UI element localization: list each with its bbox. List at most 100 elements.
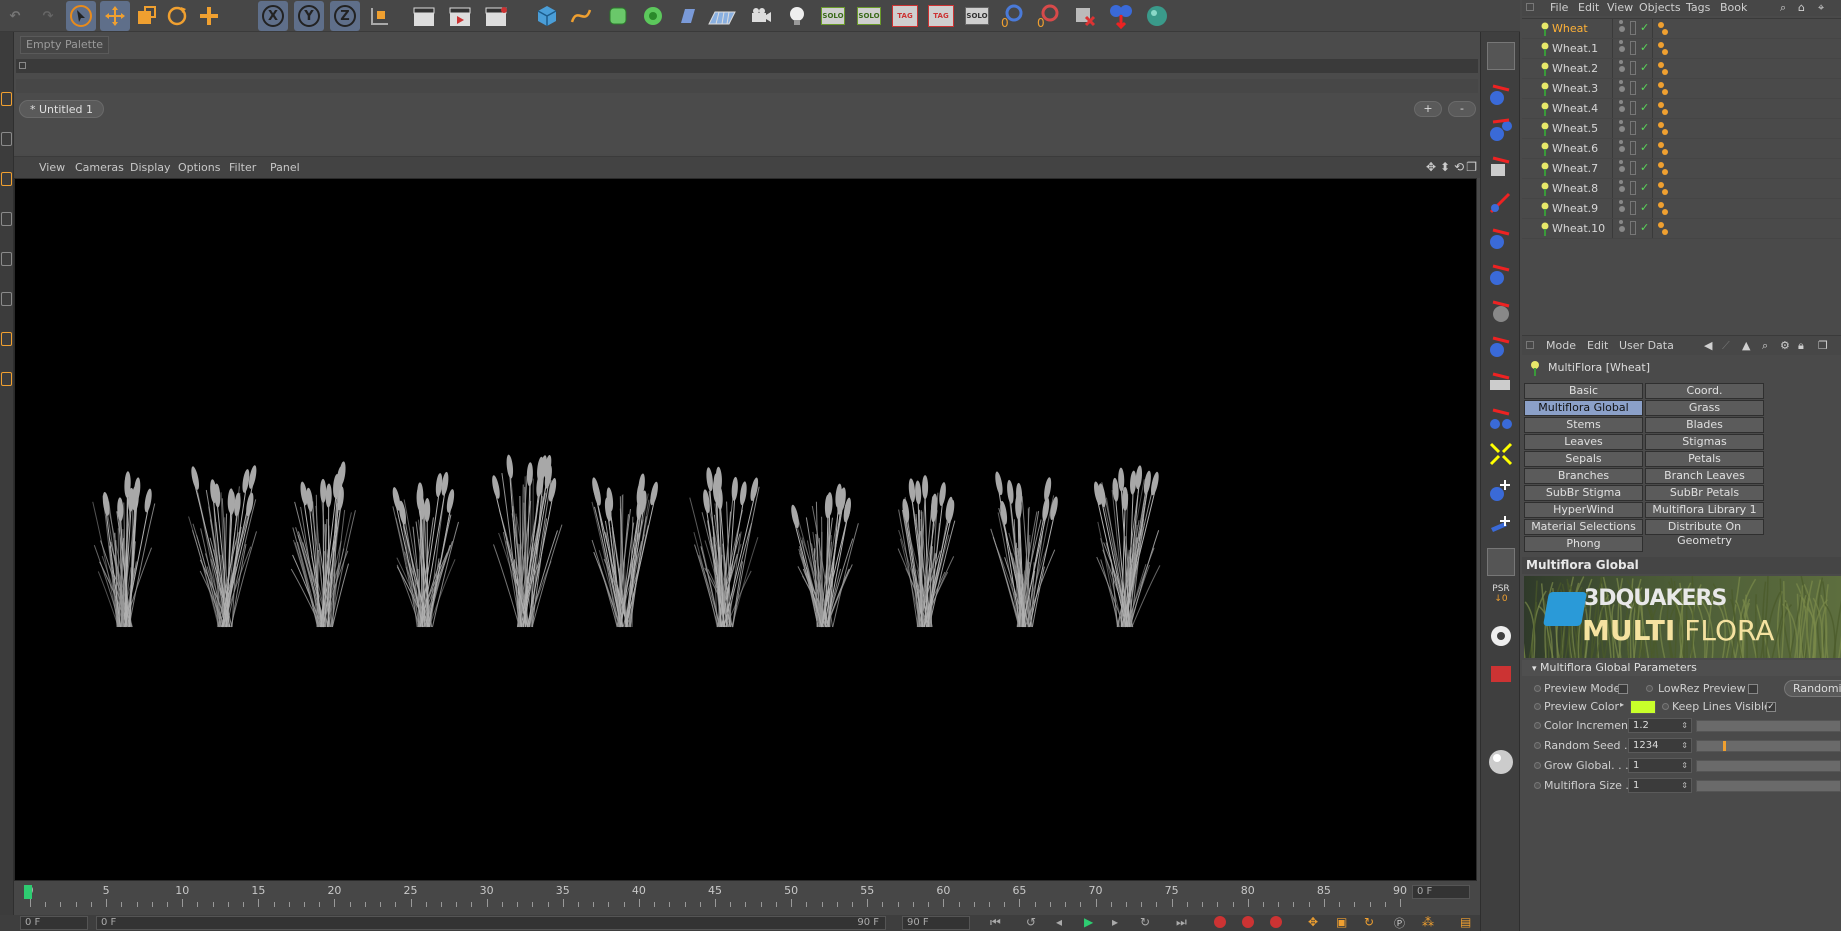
workplane-icon[interactable] <box>1 332 12 346</box>
keyframe-selection-icon[interactable] <box>1270 916 1282 928</box>
add-tool-button[interactable] <box>194 1 224 31</box>
object-row[interactable]: Wheat.8 ✓ <box>1522 179 1841 199</box>
am-menu-user-data[interactable]: User Data <box>1619 339 1674 352</box>
timeline[interactable]: 051015202530354045505560657075808590 0 F <box>14 881 1480 915</box>
render-settings-button[interactable] <box>482 1 512 31</box>
enabled-check-icon[interactable]: ✓ <box>1640 41 1649 54</box>
x-axis-button[interactable]: X <box>258 1 288 31</box>
om-menu-bookmarks[interactable]: Book <box>1720 1 1747 14</box>
visibility-editor-dot-icon[interactable] <box>1619 146 1625 152</box>
tab-stems[interactable]: Stems <box>1524 417 1643 433</box>
visibility-editor-dot-icon[interactable] <box>1619 46 1625 52</box>
max-frame-field[interactable]: 90 F <box>902 916 970 930</box>
visibility-editor-dot-icon[interactable] <box>1619 126 1625 132</box>
om-menu-objects[interactable]: Objects <box>1639 1 1681 14</box>
param-slider[interactable] <box>1696 720 1841 732</box>
tag-icon[interactable] <box>1662 69 1668 75</box>
tag-icon[interactable] <box>1658 82 1664 88</box>
tab-leaves[interactable]: Leaves <box>1524 434 1643 450</box>
object-mode-icon[interactable] <box>1 132 12 146</box>
coordinate-system-button[interactable] <box>365 1 395 31</box>
enabled-check-icon[interactable]: ✓ <box>1640 221 1649 234</box>
enabled-check-icon[interactable]: ✓ <box>1640 21 1649 34</box>
multiflora-tool-icon[interactable] <box>1487 440 1515 468</box>
tag-icon[interactable] <box>1658 142 1664 148</box>
move-view-icon[interactable]: ⬍ <box>1440 160 1450 174</box>
autokey-icon[interactable] <box>1242 916 1254 928</box>
layer-icon[interactable] <box>1630 21 1636 35</box>
cube-button[interactable] <box>532 1 562 31</box>
panel-grip-icon[interactable] <box>1526 3 1534 11</box>
texture-mode-icon[interactable] <box>1 292 12 306</box>
visibility-editor-dot-icon[interactable] <box>1619 206 1625 212</box>
solo-single-button[interactable]: SOLO <box>854 1 884 31</box>
visibility-editor-dot-icon[interactable] <box>1619 226 1625 232</box>
light-button[interactable] <box>782 1 812 31</box>
panel-grip-icon[interactable] <box>1526 341 1534 349</box>
tab-petals[interactable]: Petals <box>1645 451 1764 467</box>
snap-mode-icon[interactable] <box>1 372 12 386</box>
new-panel-icon[interactable]: ❐ <box>1818 339 1828 352</box>
param-dot-icon[interactable] <box>1662 703 1669 710</box>
tab-multiflora-library-1[interactable]: Multiflora Library 1 <box>1645 502 1764 518</box>
key-position-icon[interactable]: ✥ <box>1308 915 1318 929</box>
enabled-check-icon[interactable]: ✓ <box>1640 81 1649 94</box>
solo-hierarchy-button[interactable]: SOLO <box>962 1 992 31</box>
scale-tool-button[interactable] <box>131 1 161 31</box>
bake-button[interactable] <box>1106 1 1136 31</box>
tag-icon[interactable] <box>1658 122 1664 128</box>
lock-icon[interactable]: 🔒︎ <box>1798 339 1804 353</box>
spline-button[interactable] <box>566 1 596 31</box>
param-dot-icon[interactable] <box>1646 685 1653 692</box>
tag-icon[interactable] <box>1658 62 1664 68</box>
tab-untitled-1[interactable]: * Untitled 1 <box>19 100 105 118</box>
select-tool-button[interactable] <box>66 1 96 31</box>
tab-grass[interactable]: Grass <box>1645 400 1764 416</box>
render-tag-icon[interactable] <box>1487 660 1515 688</box>
multiflora-tool-icon[interactable] <box>1487 296 1515 324</box>
viewport-menu-filter[interactable]: Filter <box>229 161 256 174</box>
next-key-icon[interactable]: ↻ <box>1140 915 1150 929</box>
object-row[interactable]: Wheat.9 ✓ <box>1522 199 1841 219</box>
viewport-menu-panel[interactable]: Panel <box>270 161 300 174</box>
redo-button[interactable]: ↷ <box>33 1 63 31</box>
subdivision-button[interactable] <box>603 1 633 31</box>
enabled-check-icon[interactable]: ✓ <box>1640 101 1649 114</box>
z-axis-button[interactable]: Z <box>330 1 360 31</box>
tab-branches[interactable]: Branches <box>1524 468 1643 484</box>
visibility-render-dot-icon[interactable] <box>1619 160 1623 164</box>
object-row[interactable]: Wheat.10 ✓ <box>1522 219 1841 239</box>
tag-icon[interactable] <box>1662 189 1668 195</box>
multiflora-tool-icon[interactable] <box>1487 368 1515 396</box>
play-icon[interactable]: ▶ <box>1084 915 1093 929</box>
floor-button[interactable] <box>707 1 737 31</box>
multiflora-tool-icon[interactable] <box>1487 116 1515 144</box>
tag-icon[interactable] <box>1662 149 1668 155</box>
om-menu-tags[interactable]: Tags <box>1686 1 1710 14</box>
param-dot-icon[interactable] <box>1534 685 1541 692</box>
visibility-editor-dot-icon[interactable] <box>1619 86 1625 92</box>
layer-icon[interactable] <box>1630 141 1636 155</box>
rotate-tool-button[interactable] <box>162 1 192 31</box>
params-group-header[interactable]: ▾ Multiflora Global Parameters <box>1522 660 1841 676</box>
visibility-editor-dot-icon[interactable] <box>1619 106 1625 112</box>
multiflora-tool-icon[interactable] <box>1487 224 1515 252</box>
visibility-editor-dot-icon[interactable] <box>1619 186 1625 192</box>
visibility-render-dot-icon[interactable] <box>1619 80 1623 84</box>
deformer-button[interactable] <box>673 1 703 31</box>
go-to-start-icon[interactable]: ⏮ <box>990 915 1001 930</box>
object-row[interactable]: Wheat.2 ✓ <box>1522 59 1841 79</box>
camera-button[interactable] <box>746 1 776 31</box>
expand-arrow-icon[interactable]: ▸ <box>1620 700 1624 709</box>
layer-icon[interactable] <box>1630 121 1636 135</box>
object-row[interactable]: Wheat.5 ✓ <box>1522 119 1841 139</box>
pan-view-icon[interactable]: ✥ <box>1426 160 1436 174</box>
object-row[interactable]: Wheat.1 ✓ <box>1522 39 1841 59</box>
tab-material-selections[interactable]: Material Selections <box>1524 519 1643 535</box>
param-dot-icon[interactable] <box>1534 762 1541 769</box>
tab-subbr-stigma[interactable]: SubBr Stigma <box>1524 485 1643 501</box>
visibility-render-dot-icon[interactable] <box>1619 140 1623 144</box>
tag-icon[interactable] <box>1658 222 1664 228</box>
multiflora-tool-icon[interactable] <box>1487 260 1515 288</box>
key-parameter-icon[interactable]: Ⓟ <box>1394 915 1405 931</box>
